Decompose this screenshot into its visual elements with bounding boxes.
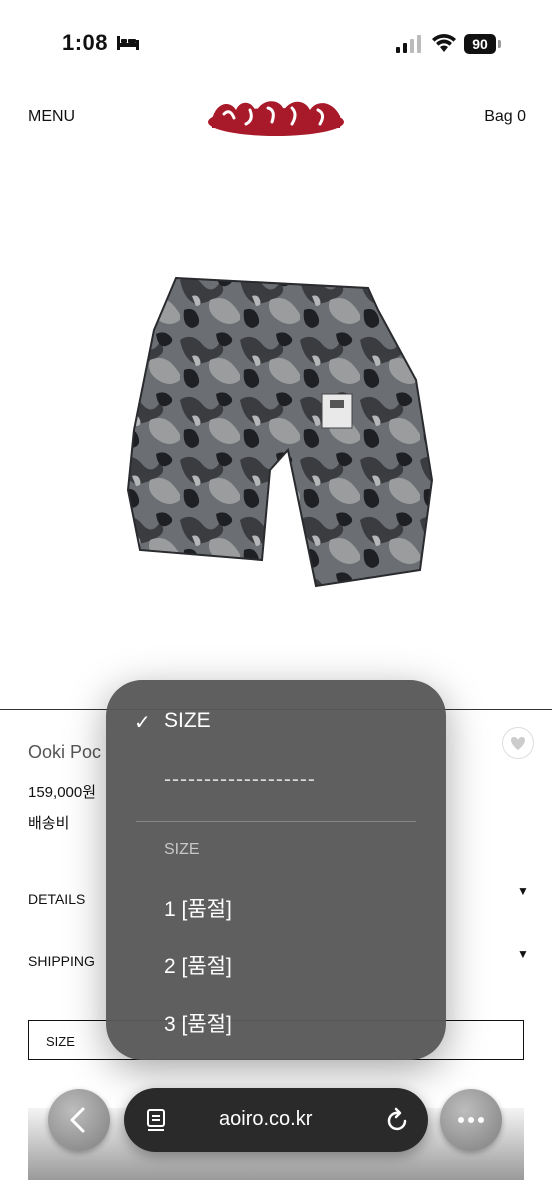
dropdown-option[interactable]: 3 [품절] — [164, 1008, 232, 1038]
dropdown-option[interactable]: 1 [품절] — [164, 893, 232, 923]
shipping-accordion[interactable]: SHIPPING — [28, 953, 95, 969]
wifi-icon — [432, 34, 456, 52]
dropdown-option-selected[interactable]: SIZE — [164, 709, 211, 733]
wishlist-button[interactable] — [502, 727, 534, 759]
chevron-down-icon[interactable]: ▼ — [517, 884, 529, 898]
shipping-fee-label: 배송비 — [28, 815, 70, 832]
reload-icon[interactable] — [386, 1107, 410, 1133]
product-title: Ooki Poc — [28, 742, 102, 762]
size-select-label: SIZE — [46, 1034, 75, 1049]
dropdown-section-header: SIZE — [164, 841, 200, 858]
page-menu-icon[interactable] — [146, 1108, 168, 1132]
size-dropdown-menu[interactable]: ✓ SIZE ------------------- SIZE 1 [품절] 2… — [106, 680, 446, 1060]
chevron-left-icon — [70, 1107, 85, 1133]
heart-icon — [511, 737, 525, 750]
more-icon — [458, 1117, 484, 1123]
dropdown-option-placeholder[interactable]: ------------------- — [164, 768, 316, 792]
battery-icon: 90 — [464, 34, 504, 54]
address-bar[interactable]: aoiro.co.kr — [124, 1088, 428, 1152]
more-button[interactable] — [440, 1089, 502, 1151]
bag-button[interactable]: Bag 0 — [484, 108, 526, 126]
menu-button[interactable]: MENU — [28, 108, 75, 126]
camo-shorts-image — [126, 276, 434, 588]
battery-level: 90 — [464, 34, 496, 54]
back-button[interactable] — [48, 1089, 110, 1151]
details-accordion[interactable]: DETAILS — [28, 891, 85, 907]
chevron-down-icon[interactable]: ▼ — [517, 947, 529, 961]
product-price: 159,000원 — [28, 784, 97, 801]
aoiro-logo[interactable] — [206, 96, 346, 138]
cellular-signal-icon — [396, 35, 421, 53]
dropdown-option[interactable]: 2 [품절] — [164, 950, 232, 980]
url-text[interactable]: aoiro.co.kr — [219, 1108, 312, 1131]
status-time: 1:08 — [62, 30, 109, 55]
checkmark-icon: ✓ — [134, 712, 151, 734]
sleep-focus-icon — [117, 36, 139, 50]
dropdown-separator — [136, 821, 416, 822]
